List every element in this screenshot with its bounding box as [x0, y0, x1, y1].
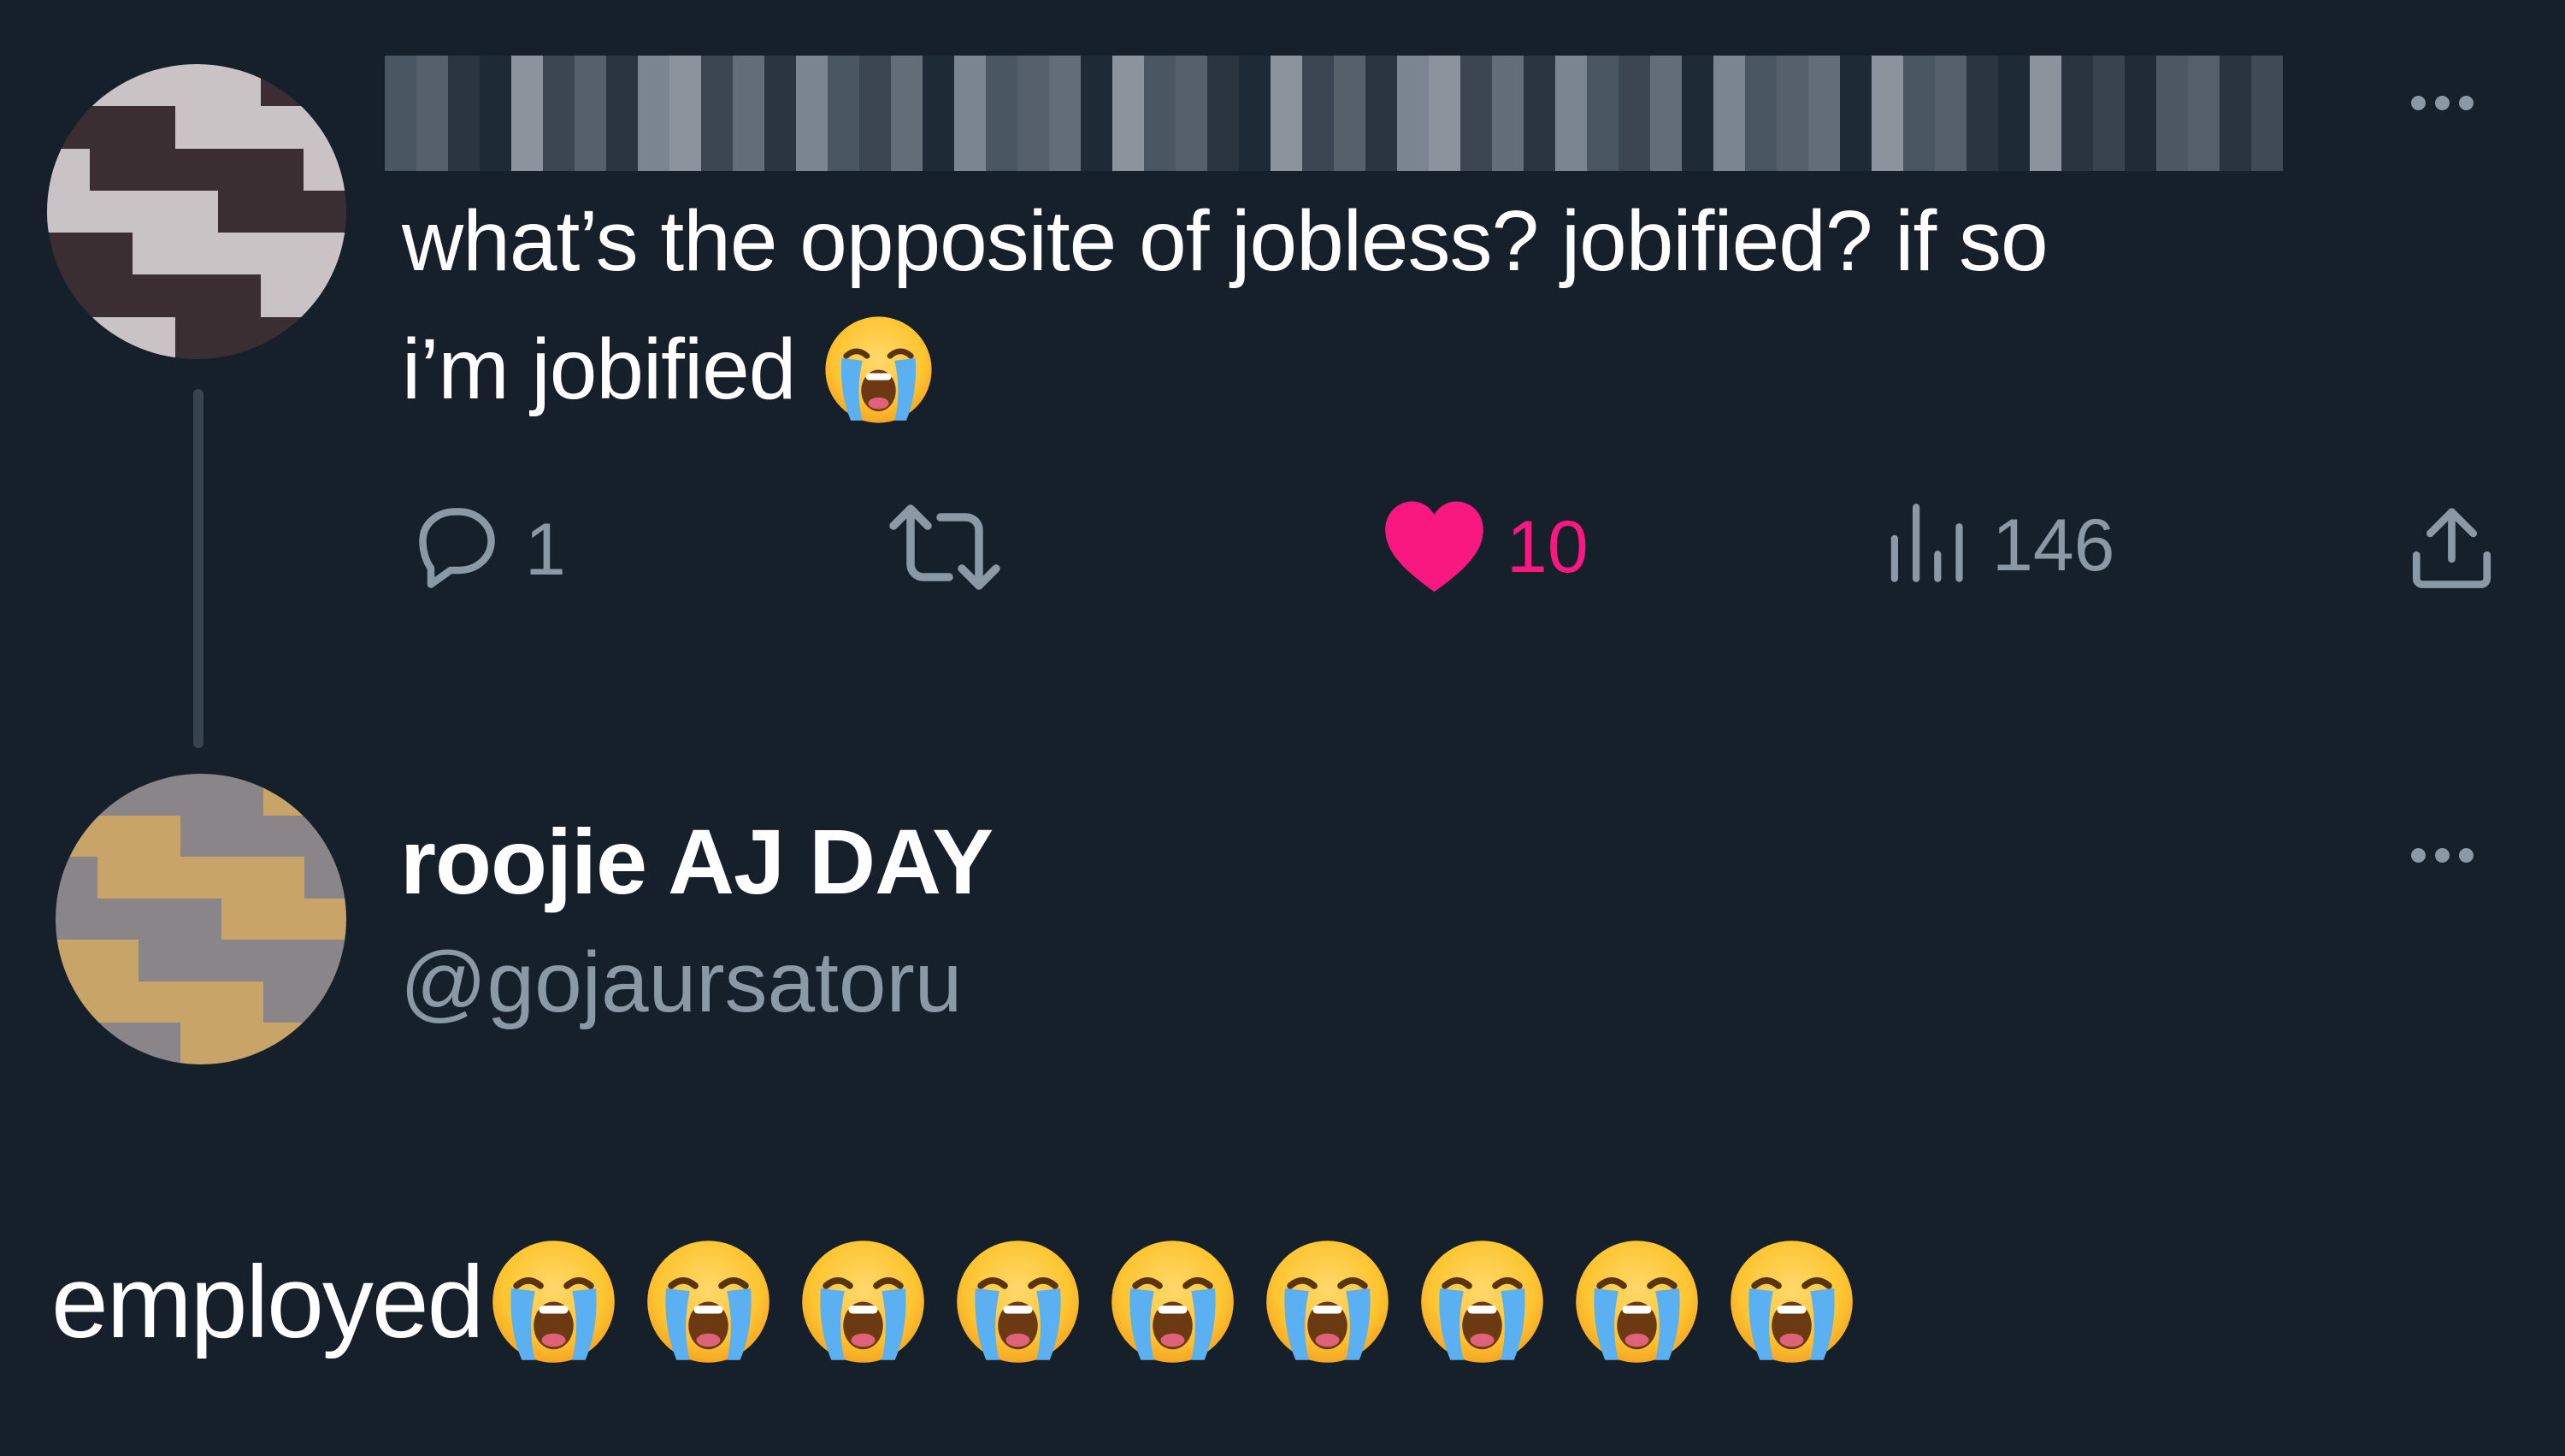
reply-author-handle[interactable]: @gojaursatoru: [400, 934, 962, 1032]
author-avatar[interactable]: [47, 64, 346, 359]
reply-text: employed: [51, 1235, 1858, 1368]
loudly-crying-face-icon: [487, 1235, 620, 1368]
reply-emoji-row: [487, 1235, 1858, 1368]
loudly-crying-face-icon: [1106, 1235, 1239, 1368]
reply-author-display-name[interactable]: roojie AJ DAY: [400, 808, 994, 915]
like-button[interactable]: 10: [1381, 496, 1589, 598]
thread-connector-line: [193, 389, 203, 748]
reply-count: 1: [525, 508, 566, 591]
reply-text-word: employed: [51, 1244, 484, 1359]
views-count: 146: [1992, 504, 2115, 587]
more-options-icon[interactable]: [2411, 96, 2474, 110]
share-icon: [2403, 500, 2501, 598]
share-button[interactable]: [2403, 500, 2501, 598]
censored-author-name: [385, 56, 2283, 171]
loudly-crying-face-icon: [1261, 1235, 1394, 1368]
reply-icon: [404, 496, 506, 603]
views-chart-icon: [1879, 496, 1973, 594]
reply-button[interactable]: 1: [404, 496, 566, 603]
loudly-crying-face-icon: [1416, 1235, 1548, 1368]
tweet-text-line-1: what’s the opposite of jobless? jobified…: [402, 193, 2049, 289]
loudly-crying-face-icon: [797, 1235, 929, 1368]
loudly-crying-face-icon: [642, 1235, 775, 1368]
reply-author-avatar[interactable]: [56, 774, 346, 1064]
heart-filled-icon: [1381, 496, 1488, 598]
tweet-text-line-2: i’m jobified: [402, 305, 936, 433]
retweet-icon: [885, 500, 1005, 598]
like-count: 10: [1507, 506, 1589, 588]
tweet-text-line-2-text: i’m jobified: [402, 321, 796, 417]
loudly-crying-face-icon: [952, 1235, 1084, 1368]
reply-more-options-icon[interactable]: [2411, 848, 2474, 863]
loudly-crying-face-icon: [821, 312, 936, 427]
loudly-crying-face-icon: [1725, 1235, 1858, 1368]
retweet-button[interactable]: [885, 500, 1023, 598]
loudly-crying-face-icon: [1571, 1235, 1703, 1368]
views-button[interactable]: 146: [1879, 496, 2115, 594]
